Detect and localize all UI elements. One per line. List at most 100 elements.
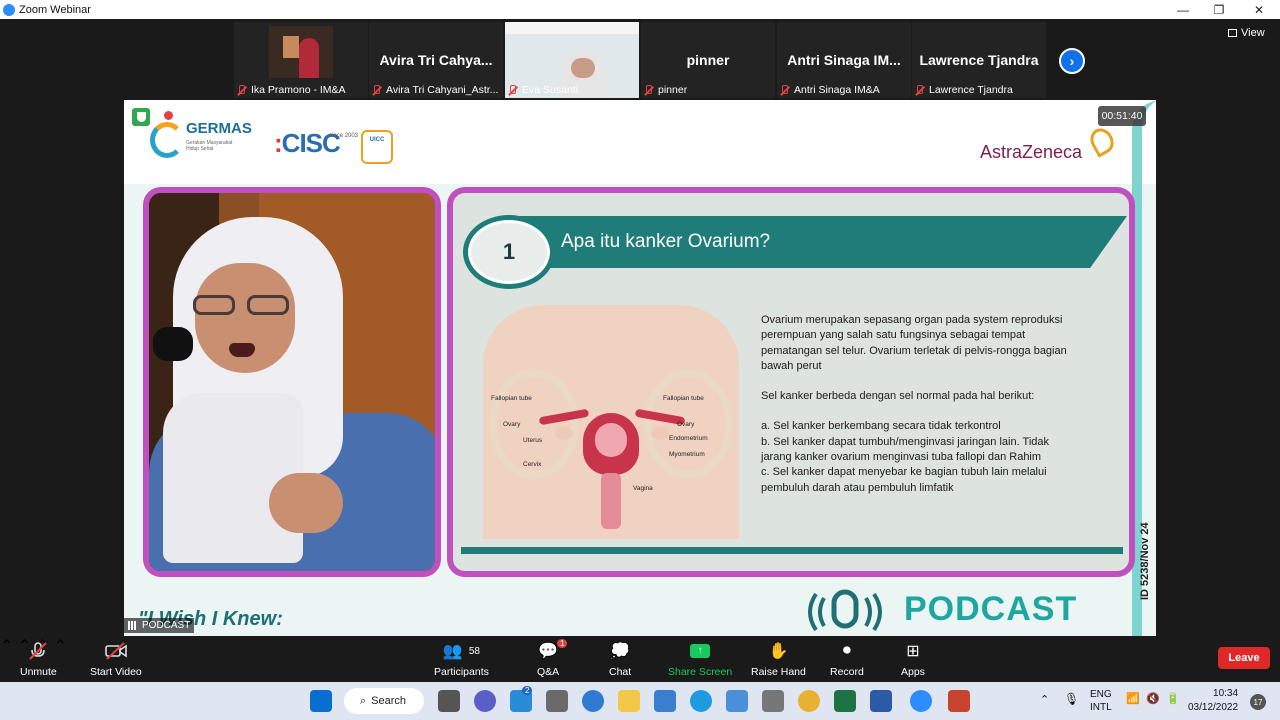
cisc-tagline: since 2003	[329, 133, 359, 139]
participant-tile[interactable]: Eva Susanti	[505, 22, 639, 98]
powerpoint-icon[interactable]	[948, 690, 970, 712]
participant-label: Avira Tri Cahyani_Astr...	[371, 84, 498, 96]
mic-muted-icon	[914, 85, 924, 95]
document-id: ID 5238/Nov 24	[1139, 522, 1151, 600]
language-indicator[interactable]: ENG INTL	[1090, 688, 1112, 714]
raise-hand-button[interactable]: ✋ Raise Hand	[751, 640, 806, 678]
hand-icon: ✋	[768, 643, 789, 660]
mic-muted-icon	[236, 85, 246, 95]
participant-label: Lawrence Tjandra	[914, 84, 1013, 96]
teams-chat-icon[interactable]	[474, 690, 496, 712]
maximize-button[interactable]: ❐	[1199, 0, 1239, 19]
chevron-up-icon[interactable]: ⌃	[0, 638, 13, 655]
germas-logo: GERMAS Gerakan Masyarakat Hidup Sehat	[150, 114, 252, 162]
apps-button[interactable]: ⊞ Apps	[901, 640, 925, 678]
diagram-label: Endometrium	[669, 435, 708, 442]
qa-button[interactable]: 💬 Q&A	[537, 640, 559, 678]
qa-badge: 1	[557, 639, 568, 648]
apps-icon: ⊞	[906, 643, 920, 660]
chat-button[interactable]: 💭 Chat	[609, 640, 631, 678]
notification-count[interactable]: 17	[1250, 694, 1266, 710]
presentation-slide: 1 Apa itu kanker Ovarium? Fallopian tube…	[447, 187, 1135, 577]
grid-view-icon	[1228, 29, 1237, 37]
elapsed-timer: 00:51:40	[1098, 106, 1146, 126]
window-titlebar: Zoom Webinar — ❐ ✕	[0, 0, 1280, 19]
diagram-label: Uterus	[523, 437, 543, 444]
participant-label: pinner	[643, 84, 687, 96]
task-view-icon[interactable]	[438, 690, 460, 712]
participant-tile[interactable]: Lawrence Tjandra Lawrence Tjandra	[912, 22, 1046, 98]
minimize-button[interactable]: —	[1163, 0, 1203, 19]
wifi-icon[interactable]: 📶	[1126, 693, 1140, 706]
file-explorer-icon[interactable]	[618, 690, 640, 712]
podcast-mic-icon	[808, 589, 882, 632]
video-off-icon	[105, 642, 127, 660]
app-icon[interactable]	[582, 690, 604, 712]
chevron-up-icon[interactable]: ⌃	[1040, 694, 1049, 707]
calendar-icon[interactable]	[654, 690, 676, 712]
slide-point: c. Sel kanker dapat menyebar ke bagian t…	[761, 466, 1047, 494]
record-button[interactable]: ⏺ Record	[830, 640, 864, 678]
participant-tile[interactable]: Avira Tri Cahya... Avira Tri Cahyani_Ast…	[369, 22, 503, 98]
search-icon: ⌕	[360, 694, 367, 707]
excel-icon[interactable]	[834, 690, 856, 712]
calculator-icon[interactable]	[546, 690, 568, 712]
participants-button[interactable]: 👥 58 Participants	[434, 640, 489, 678]
view-button[interactable]: View	[1228, 27, 1265, 39]
security-shield-icon[interactable]	[132, 108, 150, 126]
record-icon: ⏺	[842, 642, 851, 659]
taskbar-search[interactable]: ⌕ Search	[344, 688, 424, 714]
qa-icon: 💬	[538, 643, 559, 660]
diagram-label: Myometrium	[669, 451, 705, 458]
signal-bars-icon	[128, 621, 138, 630]
slide-description: Ovarium merupakan sepasang organ pada sy…	[761, 313, 1081, 496]
participants-strip: Ika Pramono - IM&A Avira Tri Cahya... Av…	[0, 19, 1280, 100]
edge-browser-icon[interactable]	[690, 690, 712, 712]
speaker-name-badge: PODCAST	[124, 618, 195, 633]
participant-tile[interactable]: pinner pinner	[641, 22, 775, 98]
slide-point: a. Sel kanker berkembang secara tidak te…	[761, 420, 1001, 433]
word-icon[interactable]	[870, 690, 892, 712]
chrome-icon[interactable]	[798, 690, 820, 712]
share-screen-button[interactable]: ↑ Share Screen	[668, 640, 732, 678]
window-title: Zoom Webinar	[19, 3, 91, 16]
settings-icon[interactable]	[762, 690, 784, 712]
anatomy-diagram: Fallopian tube Fallopian tube Ovary Ovar…	[483, 305, 739, 539]
podcast-logo: PODCAST	[794, 584, 1076, 636]
participant-video	[269, 26, 333, 78]
participant-tile[interactable]: Antri Sinaga IM... Antri Sinaga IM&A	[777, 22, 911, 98]
speaker-video-frame	[143, 187, 441, 577]
mic-muted-icon	[643, 85, 653, 95]
participant-name: Lawrence Tjandra	[919, 52, 1039, 68]
battery-icon[interactable]: 🔋	[1166, 693, 1180, 706]
slide-paragraph: Sel kanker berbeda dengan sel normal pad…	[761, 390, 1035, 403]
calendar-app-icon[interactable]	[726, 690, 748, 712]
diagram-label: Fallopian tube	[491, 395, 532, 402]
volume-muted-icon[interactable]: 🔇	[1146, 693, 1160, 706]
diagram-label: Cervix	[523, 461, 542, 468]
participant-tile[interactable]: Ika Pramono - IM&A	[234, 22, 368, 98]
uicc-logo: UICC	[361, 130, 393, 164]
mic-muted-icon	[371, 85, 381, 95]
slide-paragraph: Ovarium merupakan sepasang organ pada sy…	[761, 314, 1067, 372]
leave-button[interactable]: Leave	[1218, 647, 1270, 669]
participant-name: Avira Tri Cahya...	[379, 52, 493, 68]
microphone-icon	[153, 327, 193, 361]
participants-icon: 👥	[442, 643, 463, 660]
mic-muted-icon	[779, 85, 789, 95]
zoom-logo-icon	[3, 3, 15, 16]
diagram-label: Ovary	[503, 421, 521, 428]
taskbar-clock[interactable]: 10:34 03/12/2022	[1188, 687, 1238, 715]
participant-label: Eva Susanti	[507, 84, 578, 96]
participant-name: Antri Sinaga IM...	[787, 52, 901, 68]
close-button[interactable]: ✕	[1239, 0, 1279, 19]
chevron-right-icon[interactable]: ›	[1059, 48, 1085, 74]
zoom-app-icon[interactable]	[910, 690, 932, 712]
diagram-label: Ovary	[677, 421, 695, 428]
windows-start-icon[interactable]	[310, 690, 332, 712]
microphone-tray-icon[interactable]: 🎙	[1064, 693, 1079, 706]
meeting-controls: Unmute ⌃ Start Video ⌃ 👥 58 Participants …	[0, 636, 1280, 682]
start-video-button[interactable]: Start Video	[90, 640, 142, 678]
unmute-button[interactable]: Unmute	[20, 640, 57, 678]
participants-count: 58	[468, 645, 480, 657]
